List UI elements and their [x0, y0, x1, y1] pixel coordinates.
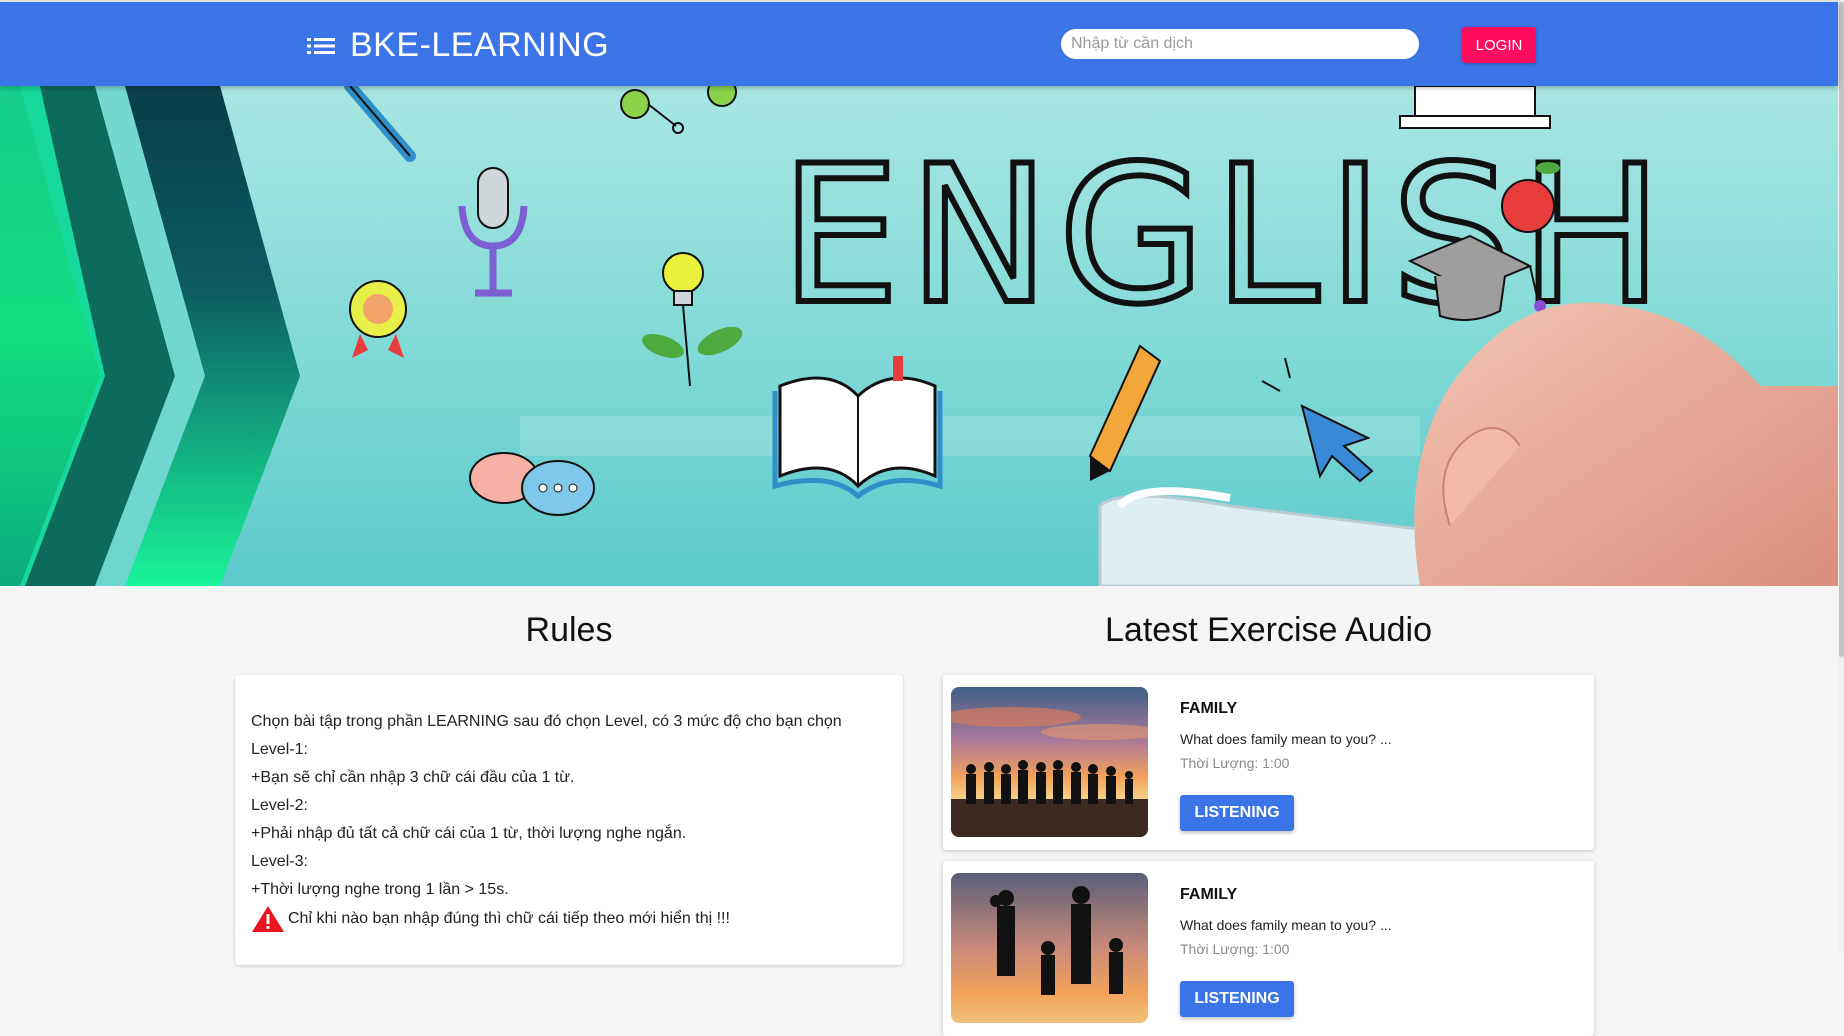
exercise-title: FAMILY	[1180, 700, 1238, 717]
laptop-doodle-icon	[1399, 86, 1551, 129]
rules-card: Chọn bài tập trong phần LEARNING sau đó …	[235, 675, 903, 965]
page-scrollbar[interactable]	[1838, 0, 1844, 953]
exercise-description: What does family mean to you? ...	[1180, 731, 1392, 747]
exercise-duration: Thời Lượng: 1:00	[1180, 941, 1290, 957]
rule-line: Level-3:	[251, 853, 308, 870]
listening-button[interactable]: LISTENING	[1180, 981, 1294, 1017]
hero-banner: ENGLISH	[0, 86, 1838, 586]
family-sunset-thumbnail[interactable]	[951, 687, 1148, 837]
rule-line: +Phải nhập đủ tất cả chữ cái của 1 từ, t…	[251, 825, 687, 842]
exercise-duration: Thời Lượng: 1:00	[1180, 755, 1290, 771]
login-button[interactable]: LOGIN	[1462, 27, 1536, 63]
exercise-description: What does family mean to you? ...	[1180, 917, 1392, 933]
rules-title: Rules	[525, 611, 613, 649]
warning-text: Chỉ khi nào bạn nhập đúng thì chữ cái ti…	[288, 910, 730, 927]
rule-line: Level-1:	[251, 741, 308, 758]
exercise-card[interactable]: FAMILY What does family mean to you? ...…	[943, 675, 1594, 850]
rule-line: Level-2:	[251, 797, 308, 814]
rule-line: Chọn bài tập trong phần LEARNING sau đó …	[251, 713, 842, 730]
warning-line: Chỉ khi nào bạn nhập đúng thì chữ cái ti…	[251, 905, 887, 933]
family-silhouette-thumbnail[interactable]	[951, 873, 1148, 1023]
top-navbar: BKE-LEARNING LOGIN	[0, 2, 1838, 86]
listening-button[interactable]: LISTENING	[1180, 795, 1294, 831]
translate-search-input[interactable]	[1061, 29, 1419, 59]
rule-line: +Bạn sẽ chỉ cần nhập 3 chữ cái đầu của 1…	[251, 769, 575, 786]
scrollbar-thumb[interactable]	[1839, 2, 1844, 657]
menu-list-icon[interactable]	[307, 36, 335, 56]
exercise-title: FAMILY	[1180, 886, 1238, 903]
rule-line: +Thời lượng nghe trong 1 lần > 15s.	[251, 881, 509, 898]
warning-icon	[252, 906, 284, 932]
latest-exercise-title: Latest Exercise Audio	[1105, 611, 1432, 649]
brand-title[interactable]: BKE-LEARNING	[350, 23, 609, 67]
exercise-card[interactable]: FAMILY What does family mean to you? ...…	[943, 861, 1594, 1036]
